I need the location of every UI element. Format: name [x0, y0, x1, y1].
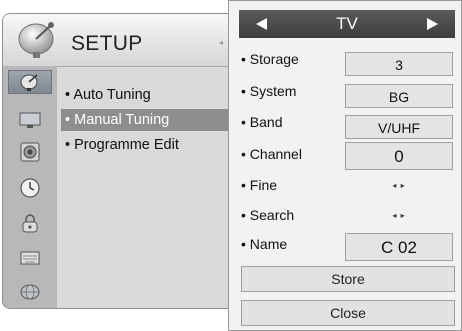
globe-icon: [20, 284, 40, 300]
category-picture[interactable]: [8, 108, 52, 132]
category-audio[interactable]: [8, 140, 52, 164]
keyboard-icon: [20, 251, 40, 265]
row-label-text: Storage: [249, 51, 299, 67]
menu-item-manual-tuning[interactable]: • Manual Tuning: [61, 109, 233, 131]
satellite-dish-icon: [20, 74, 38, 91]
channel-label: • Channel: [241, 146, 302, 162]
storage-label: • Storage: [241, 51, 299, 67]
system-value[interactable]: BG: [345, 84, 453, 108]
row-label-text: System: [249, 83, 297, 99]
fine-label: • Fine: [241, 177, 278, 193]
band-label: • Band: [241, 114, 283, 130]
close-button[interactable]: Close: [241, 300, 455, 326]
lock-icon: [22, 214, 38, 233]
store-button[interactable]: Store: [241, 266, 455, 292]
channel-value[interactable]: 0: [345, 142, 453, 170]
row-label-text: Fine: [249, 177, 278, 193]
row-label-text: Channel: [249, 146, 302, 162]
search-label: • Search: [241, 207, 295, 223]
clock-icon: [20, 178, 40, 198]
category-time[interactable]: [8, 176, 52, 200]
setup-header: SETUP ◂: [3, 14, 233, 67]
setup-menu-panel: SETUP ◂ • Auto Tuning • Manual Tuning • …: [2, 13, 234, 309]
name-value[interactable]: C 02: [345, 233, 453, 261]
manual-tuning-panel: TV • Storage 3 • System BG • Band V/UHF …: [228, 0, 462, 331]
storage-value[interactable]: 3: [345, 52, 453, 76]
category-network[interactable]: [8, 280, 52, 304]
category-option[interactable]: [8, 246, 52, 270]
category-lock[interactable]: [8, 211, 52, 235]
name-label: • Name: [241, 236, 288, 252]
row-label-text: Name: [249, 236, 288, 252]
row-label-text: Band: [249, 114, 283, 130]
menu-item-label: Programme Edit: [74, 137, 179, 153]
menu-item-auto-tuning[interactable]: • Auto Tuning: [65, 84, 151, 106]
satellite-dish-logo-icon: [18, 22, 54, 58]
setup-title: SETUP: [71, 32, 143, 55]
system-label: • System: [241, 83, 297, 99]
band-value[interactable]: V/UHF: [345, 115, 453, 139]
menu-item-label: Auto Tuning: [73, 87, 151, 103]
source-label: TV: [336, 14, 358, 33]
tv-setup-screen: SETUP ◂ • Auto Tuning • Manual Tuning • …: [0, 0, 462, 331]
next-source-arrow-icon[interactable]: [427, 18, 438, 30]
speaker-icon: [20, 142, 40, 162]
fine-adjust-arrows-icon[interactable]: ◂ ▸: [345, 181, 453, 190]
category-setup[interactable]: [8, 70, 52, 94]
row-label-text: Search: [249, 207, 295, 223]
tv-monitor-icon: [19, 112, 41, 128]
menu-item-label: Manual Tuning: [74, 112, 170, 128]
category-icon-column: [3, 66, 57, 308]
menu-item-programme-edit[interactable]: • Programme Edit: [65, 134, 179, 156]
source-selector: TV: [239, 10, 455, 38]
search-arrows-icon[interactable]: ◂ ▸: [345, 211, 453, 220]
collapse-arrow-icon: ◂: [219, 38, 224, 47]
